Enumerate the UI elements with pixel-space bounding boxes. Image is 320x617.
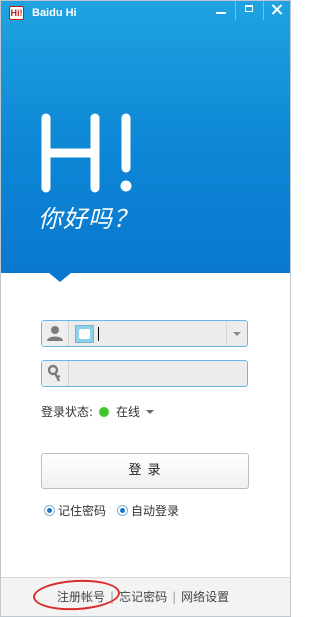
status-chevron-down-icon[interactable] bbox=[146, 410, 154, 414]
footer-separator: | bbox=[172, 590, 177, 604]
baidu-hi-login-window: Hi! Baidu Hi 你好吗？ 登录状态: 在线 登 录 记住密码 自动登录… bbox=[0, 0, 291, 617]
greeting-text: 你好吗？ bbox=[38, 205, 138, 233]
forgot-password-link[interactable]: 忘记密码 bbox=[119, 587, 167, 607]
maximize-icon bbox=[245, 5, 253, 12]
user-icon bbox=[42, 321, 69, 346]
close-button[interactable] bbox=[263, 0, 291, 20]
account-input[interactable] bbox=[102, 322, 216, 347]
auto-login-label: 自动登录 bbox=[131, 504, 180, 518]
remember-password-option[interactable]: 记住密码 bbox=[44, 502, 106, 520]
login-button[interactable]: 登 录 bbox=[41, 453, 249, 489]
maximize-button[interactable] bbox=[235, 0, 263, 20]
window-controls bbox=[208, 0, 291, 20]
close-icon bbox=[271, 3, 284, 16]
minimize-icon bbox=[216, 12, 226, 14]
auto-login-option[interactable]: 自动登录 bbox=[117, 502, 179, 520]
title-bar[interactable]: Hi! Baidu Hi bbox=[0, 0, 291, 26]
header-pointer bbox=[49, 273, 71, 282]
network-settings-link[interactable]: 网络设置 bbox=[181, 587, 229, 607]
hi-logo-big bbox=[41, 113, 132, 193]
status-label: 登录状态: bbox=[41, 405, 94, 419]
auto-login-radio-icon[interactable] bbox=[117, 505, 128, 516]
key-icon bbox=[42, 361, 69, 386]
remember-password-radio-icon[interactable] bbox=[44, 505, 55, 516]
account-dropdown-chevron-down-icon[interactable] bbox=[226, 321, 247, 346]
app-logo-icon: Hi! bbox=[9, 6, 24, 20]
avatar-thumbnail bbox=[75, 325, 94, 343]
minimize-button[interactable] bbox=[208, 0, 235, 20]
text-cursor bbox=[98, 327, 99, 341]
password-input[interactable] bbox=[71, 362, 225, 387]
remember-password-label: 记住密码 bbox=[58, 504, 107, 518]
password-field[interactable] bbox=[41, 360, 248, 387]
account-field[interactable] bbox=[41, 320, 248, 347]
online-status-icon bbox=[99, 407, 109, 417]
app-title: Baidu Hi bbox=[32, 7, 77, 19]
status-selector[interactable]: 在线 bbox=[116, 403, 140, 421]
